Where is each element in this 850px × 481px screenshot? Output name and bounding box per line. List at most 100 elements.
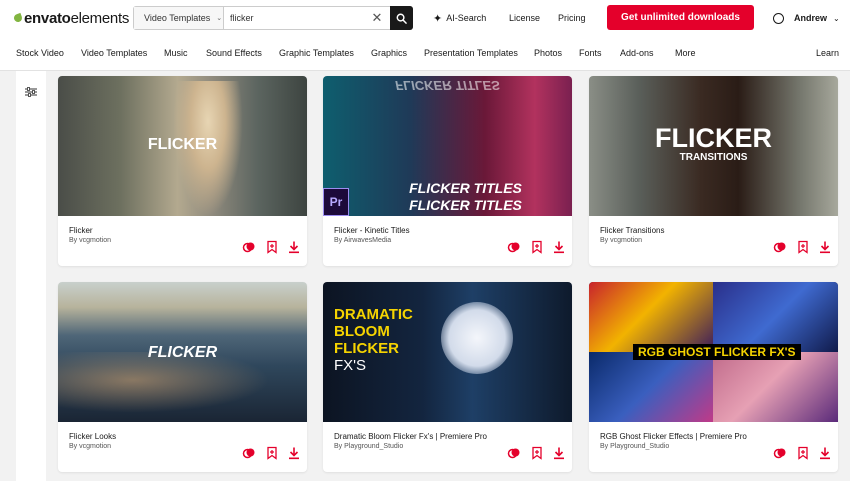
similar-items-icon[interactable] [773,446,787,460]
download-icon[interactable] [552,446,566,460]
result-card[interactable]: DRAMATIC BLOOM FLICKER FX'S Dramatic Blo… [323,282,572,472]
search-button[interactable] [390,6,413,30]
download-icon[interactable] [552,240,566,254]
card-actions [242,240,302,254]
overlay-line: DRAMATIC [334,306,413,323]
similar-items-icon[interactable] [507,446,521,460]
similar-items-icon[interactable] [507,240,521,254]
nav-sound-effects[interactable]: Sound Effects [206,48,262,58]
result-card[interactable]: FLICKER TRANSITIONS Flicker Transitions … [589,76,838,266]
chevron-down-icon: ⌄ [216,15,223,22]
search-icon [396,13,407,24]
thumbnail-overlay-title: FLICKER TITLES [395,78,500,93]
thumbnail-overlay-title: RGB GHOST FLICKER FX'S [633,344,801,360]
user-menu[interactable]: Andrew ⌄ [773,0,840,36]
result-card[interactable]: FLICKER Flicker By vcgmotion [58,76,307,266]
card-info: Flicker By vcgmotion [58,216,307,266]
nav-stock-video[interactable]: Stock Video [16,48,64,58]
chevron-down-icon: ⌄ [833,13,840,23]
similar-items-icon[interactable] [242,446,256,460]
bookmark-add-icon[interactable] [265,446,279,460]
download-icon[interactable] [818,446,832,460]
card-thumbnail[interactable]: FLICKER TRANSITIONS [589,76,838,216]
logo-text-bold: envato [24,9,71,27]
card-actions [773,446,833,460]
thumbnail-overlay-title: FLICKER TITLES [409,197,522,213]
overlay-line: FX'S [334,357,367,374]
envato-elements-logo[interactable]: envato elements [12,9,130,27]
filter-sidebar [16,71,46,481]
leaf-icon [12,12,24,24]
card-actions [507,240,567,254]
nav-graphics[interactable]: Graphics [371,48,407,58]
category-select[interactable]: Video Templates ⌄ [134,7,224,29]
card-author[interactable]: By vcgmotion [69,443,111,450]
premiere-pro-badge: Pr [323,188,349,216]
card-actions [242,446,302,460]
nav-graphic-templates[interactable]: Graphic Templates [279,48,354,58]
nav-fonts[interactable]: Fonts [579,48,602,58]
search-input[interactable] [230,13,370,23]
download-icon[interactable] [287,240,301,254]
bookmark-add-icon[interactable] [796,446,810,460]
card-title[interactable]: Flicker Looks [69,432,116,441]
thumbnail-overlay-title: FLICKER TITLES [409,180,522,196]
nav-add-ons[interactable]: Add-ons [620,48,654,58]
card-thumbnail[interactable]: RGB GHOST FLICKER FX'S [589,282,838,422]
card-author[interactable]: By vcgmotion [69,237,111,244]
nav-learn[interactable]: Learn [816,48,839,58]
card-title[interactable]: RGB Ghost Flicker Effects | Premiere Pro [600,432,747,441]
download-icon[interactable] [287,446,301,460]
card-author[interactable]: By Playground_Studio [600,443,669,450]
card-title[interactable]: Dramatic Bloom Flicker Fx's | Premiere P… [334,432,487,441]
nav-more[interactable]: More [675,48,696,58]
user-avatar-icon [773,12,784,24]
bookmark-add-icon[interactable] [530,240,544,254]
card-thumbnail[interactable]: FLICKER TITLES FLICKER TITLES FLICKER TI… [323,76,572,216]
card-info: Dramatic Bloom Flicker Fx's | Premiere P… [323,422,572,472]
nav-music[interactable]: Music [164,48,188,58]
clear-icon[interactable]: ✕ [370,11,384,25]
card-author[interactable]: By AirwavesMedia [334,237,391,244]
top-bar: envatoelements Video Templates ⌄ ✕ ✦ AI-… [0,0,850,36]
bookmark-add-icon[interactable] [265,240,279,254]
pricing-link[interactable]: Pricing [558,0,586,36]
overlay-line: FLICKER [334,340,399,357]
ai-search-label: AI-Search [446,13,487,23]
card-info: RGB Ghost Flicker Effects | Premiere Pro… [589,422,838,472]
card-author[interactable]: By vcgmotion [600,237,642,244]
nav-video-templates[interactable]: Video Templates [81,48,147,58]
result-card[interactable]: FLICKER Flicker Looks By vcgmotion [58,282,307,472]
ai-search-link[interactable]: ✦ AI-Search [433,0,486,36]
card-info: Flicker Transitions By vcgmotion [589,216,838,266]
bookmark-add-icon[interactable] [530,446,544,460]
nav-photos[interactable]: Photos [534,48,562,58]
card-actions [773,240,833,254]
card-title[interactable]: Flicker - Kinetic Titles [334,226,410,235]
card-thumbnail[interactable]: DRAMATIC BLOOM FLICKER FX'S [323,282,572,422]
similar-items-icon[interactable] [242,240,256,254]
nav-presentation-templates[interactable]: Presentation Templates [424,48,518,58]
thumbnail-overlay-title: DRAMATIC BLOOM FLICKER FX'S [334,306,413,374]
result-card[interactable]: RGB GHOST FLICKER FX'S RGB Ghost Flicker… [589,282,838,472]
bookmark-add-icon[interactable] [796,240,810,254]
thumbnail-overlay-title: FLICKER [147,344,218,361]
filter-icon[interactable] [25,87,37,97]
category-select-value: Video Templates [144,13,211,23]
thumbnail-overlay-subtitle: TRANSITIONS [679,152,748,163]
category-nav: Stock Video Video Templates Music Sound … [0,36,850,71]
logo-text-light: elements [70,9,130,27]
card-title[interactable]: Flicker [69,226,93,235]
card-title[interactable]: Flicker Transitions [600,226,664,235]
license-link[interactable]: License [509,0,540,36]
similar-items-icon[interactable] [773,240,787,254]
search-bar: Video Templates ⌄ ✕ [133,6,413,30]
card-thumbnail[interactable]: FLICKER [58,76,307,216]
card-info: Flicker Looks By vcgmotion [58,422,307,472]
result-card[interactable]: FLICKER TITLES FLICKER TITLES FLICKER TI… [323,76,572,266]
thumbnail-overlay-title: FLICKER [147,136,218,153]
download-icon[interactable] [818,240,832,254]
get-unlimited-downloads-button[interactable]: Get unlimited downloads [607,5,754,30]
card-author[interactable]: By Playground_Studio [334,443,403,450]
card-thumbnail[interactable]: FLICKER [58,282,307,422]
